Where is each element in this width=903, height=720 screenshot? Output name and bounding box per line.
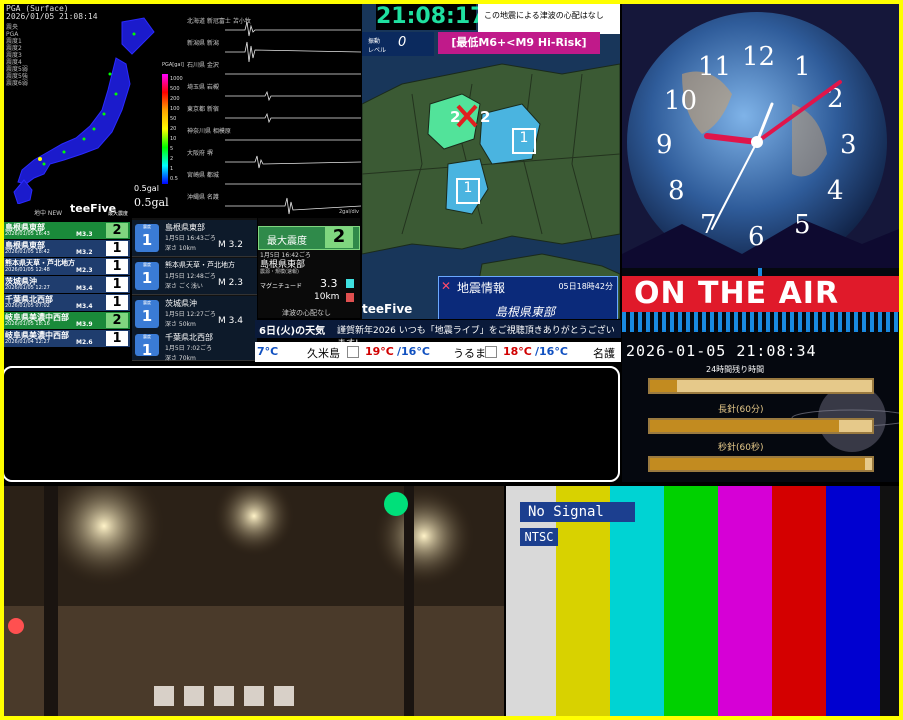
clock-hands [704,80,842,230]
japan-map [13,17,155,204]
waveform-traces [225,21,361,215]
second-hand-label: 秒針(60秒) [718,443,764,453]
level-box: 振動 レベル 0 [362,32,434,56]
color-bar [772,486,826,716]
max-sub: 震源・規模(速報) [260,269,299,275]
list-item[interactable]: 茨城県沖 2026/01/05 12:27 M3.4 1 [4,276,130,293]
pga-scale-labels: 1000 500 200 100 50 20 10 5 2 1 0.5 [170,76,183,182]
detail-card[interactable]: 震度 1 千葉県北西部 1月5日 7:02ごろ 深さ 70km [132,330,257,362]
street-camera-feed [4,486,504,716]
intensity-map-brand: teeFive [362,302,413,316]
max-depth: 10km [314,292,340,302]
intensity-label: 2 [480,108,491,126]
no-signal-label: No Signal [520,502,635,522]
cloud-icon [485,346,497,358]
tsunami-note-top: この地震による津波の心配はなし [478,4,620,34]
on-air-panel: ON THE AIR 2026-01-05 21:08:34 24時間残り時間 … [622,268,899,482]
progress-bar-second [648,456,874,472]
waveform-panel: 北海道 新冠富士 苫小牧 新潟県 新潟 石川県 金沢 埼玉県 岩槻 東京都 新宿… [185,4,361,216]
close-icon: ✕ [441,279,452,293]
empty-message-box [2,366,620,482]
list-item[interactable]: 島根県東部 2026/01/05 18:42 M3.2 1 [4,240,130,257]
big-gal-label: 0.5gal [134,196,169,209]
weather-temp: 19°C [365,345,394,358]
intensity-badge: 震度 1 [135,224,159,252]
list-item[interactable]: 千葉県北西部 2026/01/05 07:02 M3.4 1 [4,294,130,311]
detail-card[interactable]: 震度 1 茨城県沖 1月5日 12:27ごろ 深さ 50km M 3.4 [132,296,257,333]
pga-color-scale [162,74,168,184]
weather-temp: 7°C [257,345,279,358]
max-mag: 3.3 [320,277,338,290]
color-bars-test-pattern: No Signal NTSC [506,486,899,716]
quake-detail-cards: 震度 1 島根県東部 1月5日 16:43ごろ 深さ 10km M 3.2 震度 1 熊本… [132,218,257,362]
ticker-weather-head: 6日(火)の天気 [259,326,326,337]
progress-bar-day [648,378,874,394]
intensity-badge: 震度 1 [135,334,159,359]
cloud-icon [347,346,359,358]
weather-low: /16°C [535,345,568,358]
on-air-banner: ON THE AIR [622,276,899,312]
ntsc-label: NTSC [520,528,558,546]
max-intensity-header: 最大震度 2 [258,226,360,250]
progress-fill [650,420,839,432]
intensity-label: 2 [450,108,461,126]
tsunami-note: 津波の心配なし [282,309,331,317]
color-bar [826,486,880,716]
on-air-datetime: 2026-01-05 21:08:34 [626,342,817,360]
list-item[interactable]: 岐阜県美濃中西部 2026/01/05 18:16 M3.9 2 [4,312,130,329]
detail-card[interactable]: 震度 1 熊本県天草・芦北地方 1月5日 12:48ごろ 深さ ごく浅い M 2.3 [132,258,257,295]
intensity-badge: 震度 1 [135,300,159,328]
map-new-label: 地中 NEW [34,210,63,217]
remaining-label: 24時間残り時間 [706,365,765,374]
intensity-map-panel: 21:08:17 この地震による津波の心配はなし 振動 レベル 0 [最低M6+… [362,4,620,319]
color-bar [718,486,772,716]
risk-banner: [最低M6+<M9 Hi-Risk] [438,32,600,54]
weather-strip: 7°C 久米島 19°C /16°C うるま 18°C /16°C 名護 [255,342,621,362]
weather-temp: 18°C [503,345,532,358]
progress-fill [650,380,677,392]
weather-city: 久米島 [307,347,340,360]
quake-info-box: ✕ 地震情報 05日18時42分 島根県東部 [438,276,618,319]
max-mag-label: マグニチュード [260,283,303,290]
pga-label: PGA[gal] [162,62,184,68]
weather-city: 名護 [593,347,615,360]
progress-bar-minute [648,418,874,434]
weather-low: /16°C [397,345,430,358]
intensity-label: 1 [512,128,536,154]
quake-history-list: 最大震度 島根県東部 2026/01/05 16:43 M3.3 2 島根県東部 20… [4,211,130,360]
weather-city: うるま [453,347,486,360]
color-bar [880,486,899,716]
shake-map-panel: PGA (Surface) 2026/01/05 21:08:14 震央 PGA 震… [4,4,184,217]
progress-fill [650,458,866,470]
clock-readout: 21:08:17 [376,4,486,30]
news-ticker: 6日(火)の天気 謹賀新年2026 いつも「地震ライブ」をご視聴頂きありがとうご… [255,320,621,349]
analog-clock-panel: 12 1 2 3 4 5 6 7 8 9 10 11 [622,4,899,284]
small-gal-label: 0.5gal [134,184,159,193]
list-max-header: 最大震度 [107,211,128,217]
mag-color-chip [346,279,354,288]
color-bar [664,486,718,716]
intensity-badge: 震度 1 [135,262,159,290]
list-item[interactable]: 岐阜県美濃中西部 2026/01/04 12:27 M2.6 1 [4,330,130,347]
depth-color-chip [346,293,354,302]
list-item[interactable]: 島根県東部 2026/01/05 16:43 M3.3 2 [4,222,130,239]
intensity-label: 1 [456,178,480,204]
street-scene [4,486,504,716]
max-intensity-panel: 最大震度 2 1月5日 16:42ごろ 島根県東部 震源・規模(速報) マグニチ… [258,218,360,318]
list-item[interactable]: 熊本県天草・芦北地方 2026/01/05 12:48 M2.3 1 [4,258,130,275]
long-hand-label: 長針(60分) [718,405,764,415]
waveform-unit: 2gal/div [338,209,359,215]
detail-card[interactable]: 震度 1 島根県東部 1月5日 16:43ごろ 深さ 10km M 3.2 [132,220,257,257]
